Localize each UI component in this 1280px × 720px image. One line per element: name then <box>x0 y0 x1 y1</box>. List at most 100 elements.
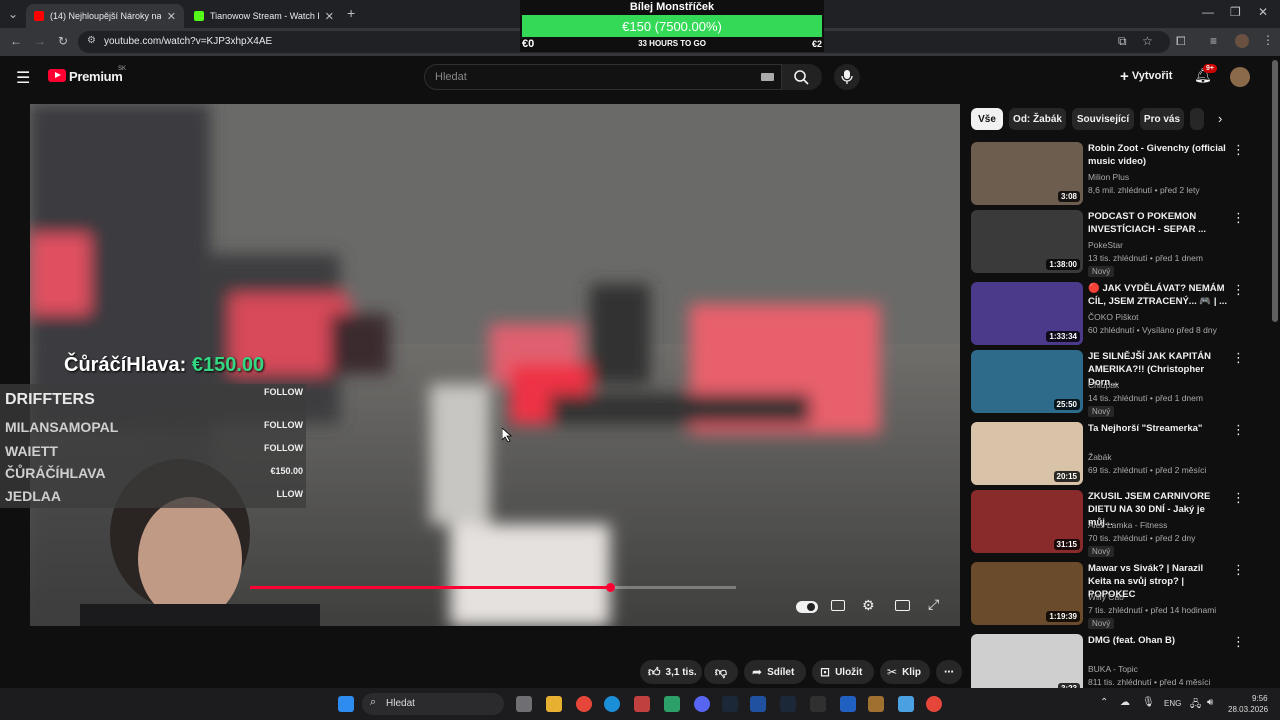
app-icon[interactable] <box>840 696 856 712</box>
channel-name[interactable]: Aleš Lamka - Fitness <box>1088 520 1167 530</box>
bookmark-star-icon[interactable]: ☆ <box>1142 34 1153 48</box>
video-thumbnail[interactable]: 1:38:00 <box>971 210 1083 273</box>
video-thumbnail[interactable]: 1:33:34 <box>971 282 1083 345</box>
more-options-icon[interactable]: ⋮ <box>1232 142 1245 158</box>
channel-name[interactable]: Willy Cao <box>1088 592 1124 602</box>
app-icon[interactable] <box>634 696 650 712</box>
profile-avatar[interactable] <box>1235 34 1249 48</box>
tray-chevron-icon[interactable]: ⌃ <box>1100 697 1108 708</box>
more-options-icon[interactable]: ⋮ <box>1232 634 1245 650</box>
extensions-icon[interactable]: ⧠ <box>1176 34 1186 49</box>
channel-name[interactable]: Chlupak <box>1088 380 1119 390</box>
video-title[interactable]: DMG (feat. Ohan B) <box>1088 634 1228 647</box>
discord-icon[interactable] <box>694 696 710 712</box>
more-options-icon[interactable]: ⋮ <box>1232 422 1245 438</box>
chip-overflow[interactable] <box>1190 108 1204 130</box>
language-indicator[interactable]: ENG <box>1164 699 1181 708</box>
more-options-icon[interactable]: ⋮ <box>1232 282 1245 298</box>
app-icon[interactable] <box>868 696 884 712</box>
chip-from-channel[interactable]: Od: Žabák <box>1009 108 1066 130</box>
clip-button[interactable]: ✂ Klip <box>880 660 930 684</box>
more-options-icon[interactable]: ⋮ <box>1232 490 1245 506</box>
file-explorer-icon[interactable] <box>546 696 562 712</box>
chips-next-icon[interactable]: › <box>1218 111 1222 126</box>
site-info-icon[interactable]: ⚙ <box>87 35 96 46</box>
yt-avatar[interactable] <box>1230 67 1250 87</box>
video-thumbnail[interactable]: 3:08 <box>971 142 1083 205</box>
theater-mode-icon[interactable] <box>895 600 910 611</box>
search-input[interactable]: Hledat <box>424 64 782 90</box>
seek-handle[interactable] <box>605 583 615 592</box>
premium-logo-text[interactable]: Premium <box>69 69 123 84</box>
clock-time[interactable]: 9:56 <box>1252 694 1268 703</box>
subtitles-icon[interactable] <box>831 600 845 611</box>
page-scrollbar[interactable] <box>1272 60 1278 322</box>
video-thumbnail[interactable]: 1:19:39 <box>971 562 1083 625</box>
chip-all[interactable]: Vše <box>971 108 1003 130</box>
app-icon[interactable] <box>810 696 826 712</box>
more-options-icon[interactable]: ⋮ <box>1232 210 1245 226</box>
save-button[interactable]: ⊡ Uložit <box>812 660 874 684</box>
windows-start-icon[interactable] <box>338 696 354 712</box>
chrome-icon[interactable] <box>576 696 592 712</box>
back-icon[interactable]: ← <box>10 34 22 48</box>
reading-list-icon[interactable]: ≡ <box>1210 34 1217 48</box>
recommendation-item[interactable]: 31:15 ZKUSIL JSEM CARNIVORE DIETU NA 30 D… <box>970 490 1250 557</box>
tab-youtube[interactable]: (14) Nejhloupější Nároky na Mo ✕ <box>26 4 184 28</box>
tab-search-icon[interactable]: ⌄ <box>8 7 18 21</box>
recommendation-item[interactable]: 3:08 Robin Zoot - Givenchy (official musi… <box>970 142 1250 208</box>
volume-icon[interactable]: 🔊︎ <box>1207 697 1213 708</box>
seek-bar[interactable] <box>250 583 736 592</box>
voice-search-button[interactable] <box>834 64 860 90</box>
clock-date[interactable]: 28.03.2026 <box>1228 705 1268 714</box>
close-tab-icon[interactable]: ✕ <box>167 10 176 23</box>
keyboard-icon[interactable] <box>761 73 774 81</box>
recommendation-item[interactable]: 1:19:39 Mawar vs Sivák? | Narazil Keita n… <box>970 562 1250 629</box>
search-button[interactable] <box>782 64 822 90</box>
close-tab-icon[interactable]: ✕ <box>325 10 334 23</box>
channel-name[interactable]: Milion Plus <box>1088 172 1129 182</box>
onedrive-icon[interactable]: ☁ <box>1120 697 1130 708</box>
autoplay-toggle[interactable] <box>796 601 818 613</box>
channel-name[interactable]: Žabák <box>1088 452 1112 462</box>
like-button[interactable]: 👍︎ 3,1 tis. <box>640 660 702 684</box>
steam-icon[interactable] <box>722 696 738 712</box>
tray-mic-icon[interactable]: 🎙︎ <box>1142 697 1155 708</box>
video-thumbnail[interactable]: 20:15 <box>971 422 1083 485</box>
app-icon[interactable] <box>750 696 766 712</box>
window-close-icon[interactable]: ✕ <box>1258 5 1268 19</box>
more-actions-button[interactable]: ⋯ <box>936 660 962 684</box>
hamburger-menu-icon[interactable]: ☰ <box>16 68 30 88</box>
chip-for-you[interactable]: Pro vás <box>1140 108 1184 130</box>
video-title[interactable]: 🔴 JAK VYDĚLÁVAT? NEMÁM CÍL, JSEM ZTRACEN… <box>1088 282 1228 308</box>
maximize-icon[interactable]: ❐ <box>1230 5 1241 19</box>
minimize-icon[interactable]: — <box>1202 5 1214 19</box>
channel-name[interactable]: ČOKO Piškot <box>1088 312 1139 322</box>
channel-name[interactable]: BUKA - Topic <box>1088 664 1138 674</box>
video-title[interactable]: PODCAST O POKEMON INVESTÍCIACH - SEPAR .… <box>1088 210 1228 236</box>
steam-icon[interactable] <box>780 696 796 712</box>
channel-name[interactable]: PokeStar <box>1088 240 1123 250</box>
share-button[interactable]: ➦ Sdílet <box>744 660 806 684</box>
recommendation-item[interactable]: 20:15 Ta Nejhorší "Streamerka" Žabák 69 tis… <box>970 422 1250 488</box>
tab-kick-stream[interactable]: Tianowow Stream - Watch Live ✕ <box>186 4 342 28</box>
chrome-icon[interactable] <box>926 696 942 712</box>
create-button[interactable]: + Vytvořit <box>1120 68 1172 85</box>
recommendation-item[interactable]: 1:33:34 🔴 JAK VYDĚLÁVAT? NEMÁM CÍL, JSEM … <box>970 282 1250 348</box>
edge-icon[interactable] <box>604 696 620 712</box>
network-icon[interactable]: 🖧︎ <box>1190 697 1201 714</box>
reload-icon[interactable]: ↻ <box>58 34 68 48</box>
video-thumbnail[interactable]: 31:15 <box>971 490 1083 553</box>
app-icon[interactable] <box>898 696 914 712</box>
more-options-icon[interactable]: ⋮ <box>1232 350 1245 366</box>
video-title[interactable]: Robin Zoot - Givenchy (official music vi… <box>1088 142 1228 168</box>
app-icon[interactable] <box>664 696 680 712</box>
video-thumbnail[interactable]: 25:50 <box>971 350 1083 413</box>
dislike-button[interactable]: 👎︎ <box>704 660 738 684</box>
youtube-logo-icon[interactable] <box>48 69 66 82</box>
new-tab-icon[interactable]: + <box>347 5 355 21</box>
forward-icon[interactable]: → <box>34 34 46 48</box>
install-app-icon[interactable]: ⧉ <box>1118 34 1127 49</box>
video-title[interactable]: Ta Nejhorší "Streamerka" <box>1088 422 1228 435</box>
recommendation-item[interactable]: 25:50 JE SILNĚJŠÍ JAK KAPITÁN AMERIKA?!! … <box>970 350 1250 417</box>
